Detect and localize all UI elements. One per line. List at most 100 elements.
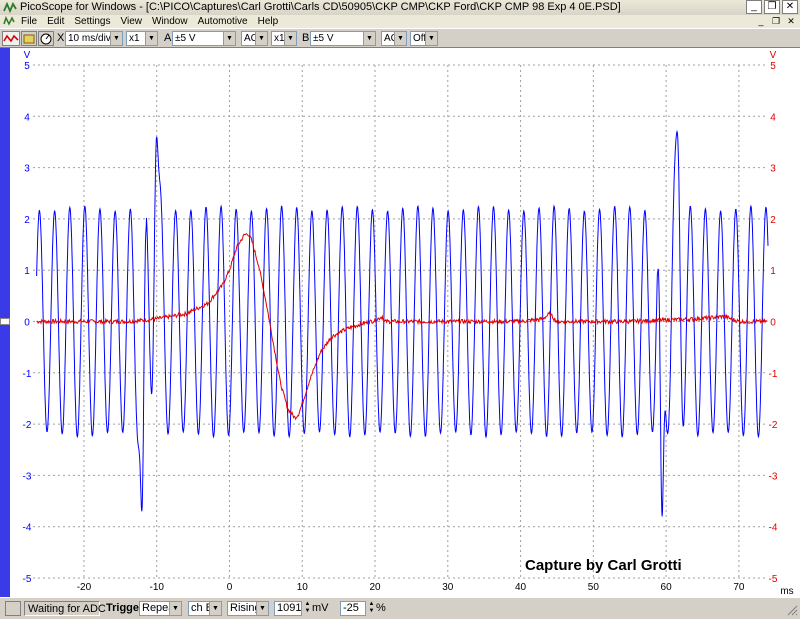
menu-file[interactable]: File [16,15,42,28]
menu-bar: File Edit Settings View Window Automotiv… [0,15,800,28]
oscilloscope-chart[interactable]: V V5 54 43 32 21 10 0-1 -1-2 -2-3 -3-4 -4-5 -5-20 -10… [0,48,800,597]
y-tick-label-left: -3 [23,471,32,482]
y-tick-label-right: -5 [769,574,778,585]
channel-b-range-value: ±5 V [313,33,334,44]
spectrum-mode-button[interactable] [38,31,54,46]
document-icon[interactable] [3,16,15,27]
pretrigger-input[interactable]: -25 [340,601,366,616]
y-tick-label-left: -4 [23,523,32,534]
y-tick-label-right: 2 [770,215,776,226]
chevron-down-icon: ▼ [255,32,267,45]
timebase-select[interactable]: 10 ms/div ▼ [65,31,123,46]
mdi-close-button[interactable]: ✕ [784,15,798,27]
trigger-label: Trigger [106,602,144,614]
channel-a-multiplier-select[interactable]: x1 ▼ [271,31,297,46]
meter-icon [23,34,35,44]
scope-mode-button[interactable] [2,31,20,46]
window-controls: _ ❐ ✕ [746,0,798,14]
x-tick-label: 70 [733,582,745,593]
spin-down-icon[interactable]: ▼ [303,608,312,615]
trigger-level-unit: mV [312,602,329,614]
menu-edit[interactable]: Edit [42,15,69,28]
menu-help[interactable]: Help [253,15,284,28]
channel-a-offset-handle[interactable] [0,318,10,325]
x-tick-label: -20 [77,582,92,593]
y-tick-label-right: 4 [770,112,776,123]
y-tick-label-right: -4 [769,523,778,534]
channel-b-range-select[interactable]: ±5 V ▼ [310,31,376,46]
channel-a-offset-bar[interactable] [0,48,10,597]
scope-trace-icon [3,34,19,43]
time-multiplier-select[interactable]: x1 ▼ [126,31,158,46]
channel-b-extra-select[interactable]: Off ▼ [410,31,438,46]
channel-b-coupling-value: AC [384,33,394,44]
title-bar: PicoScope for Windows - [C:\PICO\Capture… [0,0,800,16]
x-tick-label: 50 [588,582,600,593]
pretrigger-unit: % [376,602,386,614]
resize-grip-icon[interactable] [786,604,798,616]
y-tick-label-right: 0 [770,318,776,329]
menu-window[interactable]: Window [147,15,193,28]
watermark-text: Capture by Carl Grotti [525,557,682,574]
chevron-down-icon: ▼ [363,32,375,45]
menu-view[interactable]: View [116,15,148,28]
y-tick-label-right: 5 [770,61,776,72]
channel-a-coupling-select[interactable]: AC ▼ [241,31,268,46]
chevron-down-icon: ▼ [394,32,406,45]
left-axis-unit: V [24,50,31,61]
trigger-edge-select[interactable]: Rising ▼ [227,601,269,616]
trigger-channel-select[interactable]: ch B ▼ [188,601,222,616]
y-tick-label-right: -3 [769,471,778,482]
trigger-level-spinner[interactable]: ▲ ▼ [303,601,312,616]
menu-settings[interactable]: Settings [69,15,115,28]
x-axis-unit: ms [780,586,793,597]
y-tick-label-left: 0 [24,318,30,329]
x-tick-label: 20 [369,582,381,593]
chevron-down-icon: ▼ [145,32,157,45]
y-tick-label-right: -2 [769,420,778,431]
start-stop-button[interactable] [5,601,21,616]
mdi-restore-button[interactable]: ❐ [769,15,783,27]
spin-down-icon[interactable]: ▼ [367,608,376,615]
trigger-level-input[interactable]: 1091 [274,601,302,616]
channel-a-label: A [164,32,172,44]
y-tick-label-right: 3 [770,164,776,175]
mdi-minimize-button[interactable]: _ [754,15,768,27]
y-tick-label-left: 5 [24,61,30,72]
x-label: X [57,32,65,44]
minimize-button[interactable]: _ [746,0,762,14]
y-tick-label-left: 3 [24,164,30,175]
y-tick-label-left: 2 [24,215,30,226]
toolbar: X 10 ms/div ▼ x1 ▼ A ±5 V ▼ AC ▼ x1 ▼ B … [0,28,800,48]
window-title: PicoScope for Windows - [C:\PICO\Capture… [20,1,621,13]
chevron-down-icon: ▼ [425,32,437,45]
trigger-mode-select[interactable]: Repeat ▼ [139,601,182,616]
trigger-mode-value: Repeat [142,602,169,614]
meter-mode-button[interactable] [21,31,37,46]
pretrigger-value: -25 [343,602,359,614]
picoscope-app-icon[interactable] [3,1,17,14]
chevron-down-icon: ▼ [209,602,221,615]
close-button[interactable]: ✕ [782,0,798,14]
channel-b-coupling-select[interactable]: AC ▼ [381,31,407,46]
trigger-level-value: 1091 [277,602,301,614]
restore-button[interactable]: ❐ [764,0,780,14]
chevron-down-icon: ▼ [256,602,268,615]
scope-display[interactable]: V V 5 5 4 4 3 3 2 2 1 1 0 0 -1 -1 -2 -2 -3 -3 -4 -4 -5 -5 -20 -10… [0,48,800,597]
timebase-value: 10 ms/div [68,33,110,44]
spin-up-icon[interactable]: ▲ [303,601,312,608]
pretrigger-spinner[interactable]: ▲ ▼ [367,601,376,616]
y-tick-label-left: 4 [24,112,30,123]
channel-a-range-value: ±5 V [175,33,196,44]
channel-b-extra-value: Off [413,33,425,44]
x-tick-label: 30 [442,582,454,593]
spin-up-icon[interactable]: ▲ [367,601,376,608]
x-tick-label: 10 [297,582,309,593]
y-tick-label-left: -5 [23,574,32,585]
y-tick-label-left: -1 [23,369,32,380]
chevron-down-icon: ▼ [223,32,235,45]
trigger-edge-value: Rising [230,602,256,614]
channel-a-range-select[interactable]: ±5 V ▼ [172,31,236,46]
menu-automotive[interactable]: Automotive [193,15,253,28]
channel-b-trace [36,232,768,421]
